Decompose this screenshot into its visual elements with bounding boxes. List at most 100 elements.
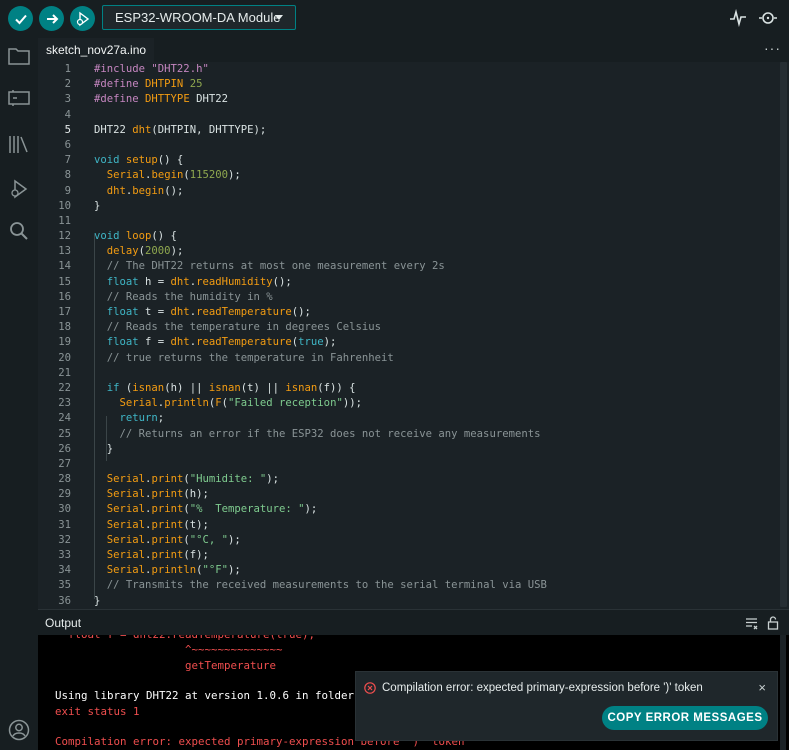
copy-error-messages-button[interactable]: COPY ERROR MESSAGES bbox=[602, 706, 768, 730]
line-number-gutter: 1 2 3 4 5 6 7 8 9 10 11 12 13 14 15 16 17 18 19 20 21 22 23 24 2… bbox=[38, 62, 92, 609]
code-line[interactable]: // Transmits the received measurements t… bbox=[94, 578, 775, 593]
search-icon bbox=[10, 222, 28, 240]
editor-scrollbar[interactable] bbox=[778, 62, 789, 609]
line-number: 28 bbox=[58, 473, 71, 486]
sidebar-item-debug[interactable] bbox=[7, 177, 31, 201]
code-line[interactable]: #define DHTTYPE DHT22 bbox=[94, 92, 775, 107]
debug-button[interactable] bbox=[70, 6, 95, 31]
sidebar-item-sketchbook[interactable] bbox=[7, 44, 31, 68]
code-line[interactable]: #define DHTPIN 25 bbox=[94, 77, 775, 92]
scroll-thumb[interactable] bbox=[780, 62, 787, 607]
code-line[interactable] bbox=[94, 366, 775, 381]
close-icon[interactable]: × bbox=[758, 680, 766, 695]
code-line[interactable]: float t = dht.readTemperature(); bbox=[94, 305, 775, 320]
board-selector[interactable]: ESP32-WROOM-DA Module bbox=[102, 5, 296, 30]
check-icon bbox=[14, 14, 27, 24]
line-number: 6 bbox=[64, 138, 71, 151]
code-line[interactable]: Serial.print("% Temperature: "); bbox=[94, 502, 775, 517]
sidebar-item-library-manager[interactable] bbox=[7, 132, 31, 156]
indent-guide bbox=[106, 416, 107, 461]
code-area[interactable]: #include "DHT22.h" #define DHTPIN 25 #defi… bbox=[94, 62, 775, 609]
code-line[interactable]: Serial.println(F("Failed reception")); bbox=[94, 396, 775, 411]
code-line[interactable]: float f = dht.readTemperature(true); bbox=[94, 335, 775, 350]
line-number: 17 bbox=[58, 306, 71, 318]
folder-icon bbox=[8, 48, 30, 65]
tab-sketch[interactable]: sketch_nov27a.ino bbox=[38, 38, 155, 62]
code-line[interactable]: } bbox=[94, 199, 775, 214]
upload-button[interactable] bbox=[39, 6, 64, 31]
code-line[interactable]: Serial.print(h); bbox=[94, 487, 775, 502]
code-line[interactable] bbox=[94, 138, 775, 153]
serial-monitor-button[interactable] bbox=[758, 9, 778, 32]
code-line[interactable]: void setup() { bbox=[94, 153, 775, 168]
line-number: 21 bbox=[58, 366, 71, 379]
profile-button[interactable] bbox=[7, 718, 31, 742]
verify-button[interactable] bbox=[8, 6, 33, 31]
line-number: 32 bbox=[58, 533, 71, 546]
line-number: 14 bbox=[58, 260, 71, 273]
line-number: 2 bbox=[64, 78, 71, 91]
code-line[interactable]: return; bbox=[94, 411, 775, 426]
code-line[interactable]: // true returns the temperature in Fahre… bbox=[94, 351, 775, 366]
toolbar: ESP32-WROOM-DA Module bbox=[0, 0, 789, 38]
line-number: 15 bbox=[58, 275, 71, 288]
line-number: 25 bbox=[58, 427, 71, 440]
line-number: 5 bbox=[64, 123, 71, 136]
code-line[interactable]: Serial.begin(115200); bbox=[94, 168, 775, 183]
tab-more-button[interactable]: ··· bbox=[764, 38, 781, 58]
code-line[interactable]: Serial.println("°F"); bbox=[94, 563, 775, 578]
line-number: 13 bbox=[58, 245, 71, 258]
code-line[interactable] bbox=[94, 457, 775, 472]
chevron-down-icon bbox=[275, 15, 283, 20]
boards-icon bbox=[8, 90, 30, 106]
code-line[interactable]: // Returns an error if the ESP32 does no… bbox=[94, 427, 775, 442]
profile-icon bbox=[8, 719, 30, 741]
board-label: ESP32-WROOM-DA Module bbox=[115, 10, 281, 25]
scroll-lock-button[interactable] bbox=[767, 616, 779, 635]
output-line: float f = dht22.readTemperature(true); bbox=[55, 635, 315, 641]
code-line[interactable]: Serial.print("°C, "); bbox=[94, 533, 775, 548]
code-line[interactable]: Serial.print(t); bbox=[94, 518, 775, 533]
output-scrollbar[interactable] bbox=[780, 635, 786, 750]
code-line[interactable]: Serial.print("Humidite: "); bbox=[94, 472, 775, 487]
sidebar-item-boards-manager[interactable] bbox=[7, 86, 31, 110]
code-line[interactable]: dht.begin(); bbox=[94, 184, 775, 199]
code-line[interactable] bbox=[94, 214, 775, 229]
line-number: 9 bbox=[64, 184, 71, 197]
code-line[interactable]: DHT22 dht(DHTPIN, DHTTYPE); bbox=[94, 123, 775, 138]
code-line[interactable]: } bbox=[94, 594, 775, 609]
code-line[interactable] bbox=[94, 108, 775, 123]
code-editor[interactable]: 1 2 3 4 5 6 7 8 9 10 11 12 13 14 15 16 17 18 19 20 21 22 23 24 2… bbox=[38, 62, 789, 609]
code-line[interactable]: delay(2000); bbox=[94, 244, 775, 259]
code-line[interactable]: float h = dht.readHumidity(); bbox=[94, 275, 775, 290]
code-line[interactable]: #include "DHT22.h" bbox=[94, 62, 775, 77]
line-number: 18 bbox=[58, 321, 71, 334]
line-number: 4 bbox=[64, 108, 71, 121]
code-line[interactable]: // Reads the temperature in degrees Cels… bbox=[94, 320, 775, 335]
lock-icon bbox=[767, 616, 779, 630]
code-line[interactable]: Serial.print(f); bbox=[94, 548, 775, 563]
code-line[interactable]: // Reads the humidity in % bbox=[94, 290, 775, 305]
debug-icon bbox=[76, 11, 89, 26]
code-line[interactable]: // The DHT22 returns at most one measure… bbox=[94, 259, 775, 274]
serial-plotter-button[interactable] bbox=[729, 8, 747, 32]
output-line: getTemperature bbox=[55, 658, 277, 672]
output-line: ^~~~~~~~~~~~~~~ bbox=[55, 643, 283, 657]
output-line: Using library DHT22 at version 1.0.6 in … bbox=[55, 689, 374, 703]
code-line[interactable]: if (isnan(h) || isnan(t) || isnan(f)) { bbox=[94, 381, 775, 396]
line-number: 1 bbox=[64, 63, 71, 75]
indent-guide bbox=[94, 234, 95, 599]
clear-output-button[interactable] bbox=[745, 617, 758, 635]
line-number: 12 bbox=[58, 230, 71, 243]
line-number: 20 bbox=[58, 351, 71, 364]
line-number: 11 bbox=[58, 214, 71, 227]
sidebar-item-search[interactable] bbox=[7, 219, 31, 243]
line-number: 34 bbox=[58, 564, 71, 577]
library-icon bbox=[9, 136, 28, 153]
line-number: 29 bbox=[58, 488, 71, 501]
code-line[interactable]: void loop() { bbox=[94, 229, 775, 244]
serial-plotter-icon bbox=[730, 8, 746, 28]
code-line[interactable]: } bbox=[94, 442, 775, 457]
line-number: 16 bbox=[58, 290, 71, 303]
debug-icon bbox=[11, 179, 28, 199]
